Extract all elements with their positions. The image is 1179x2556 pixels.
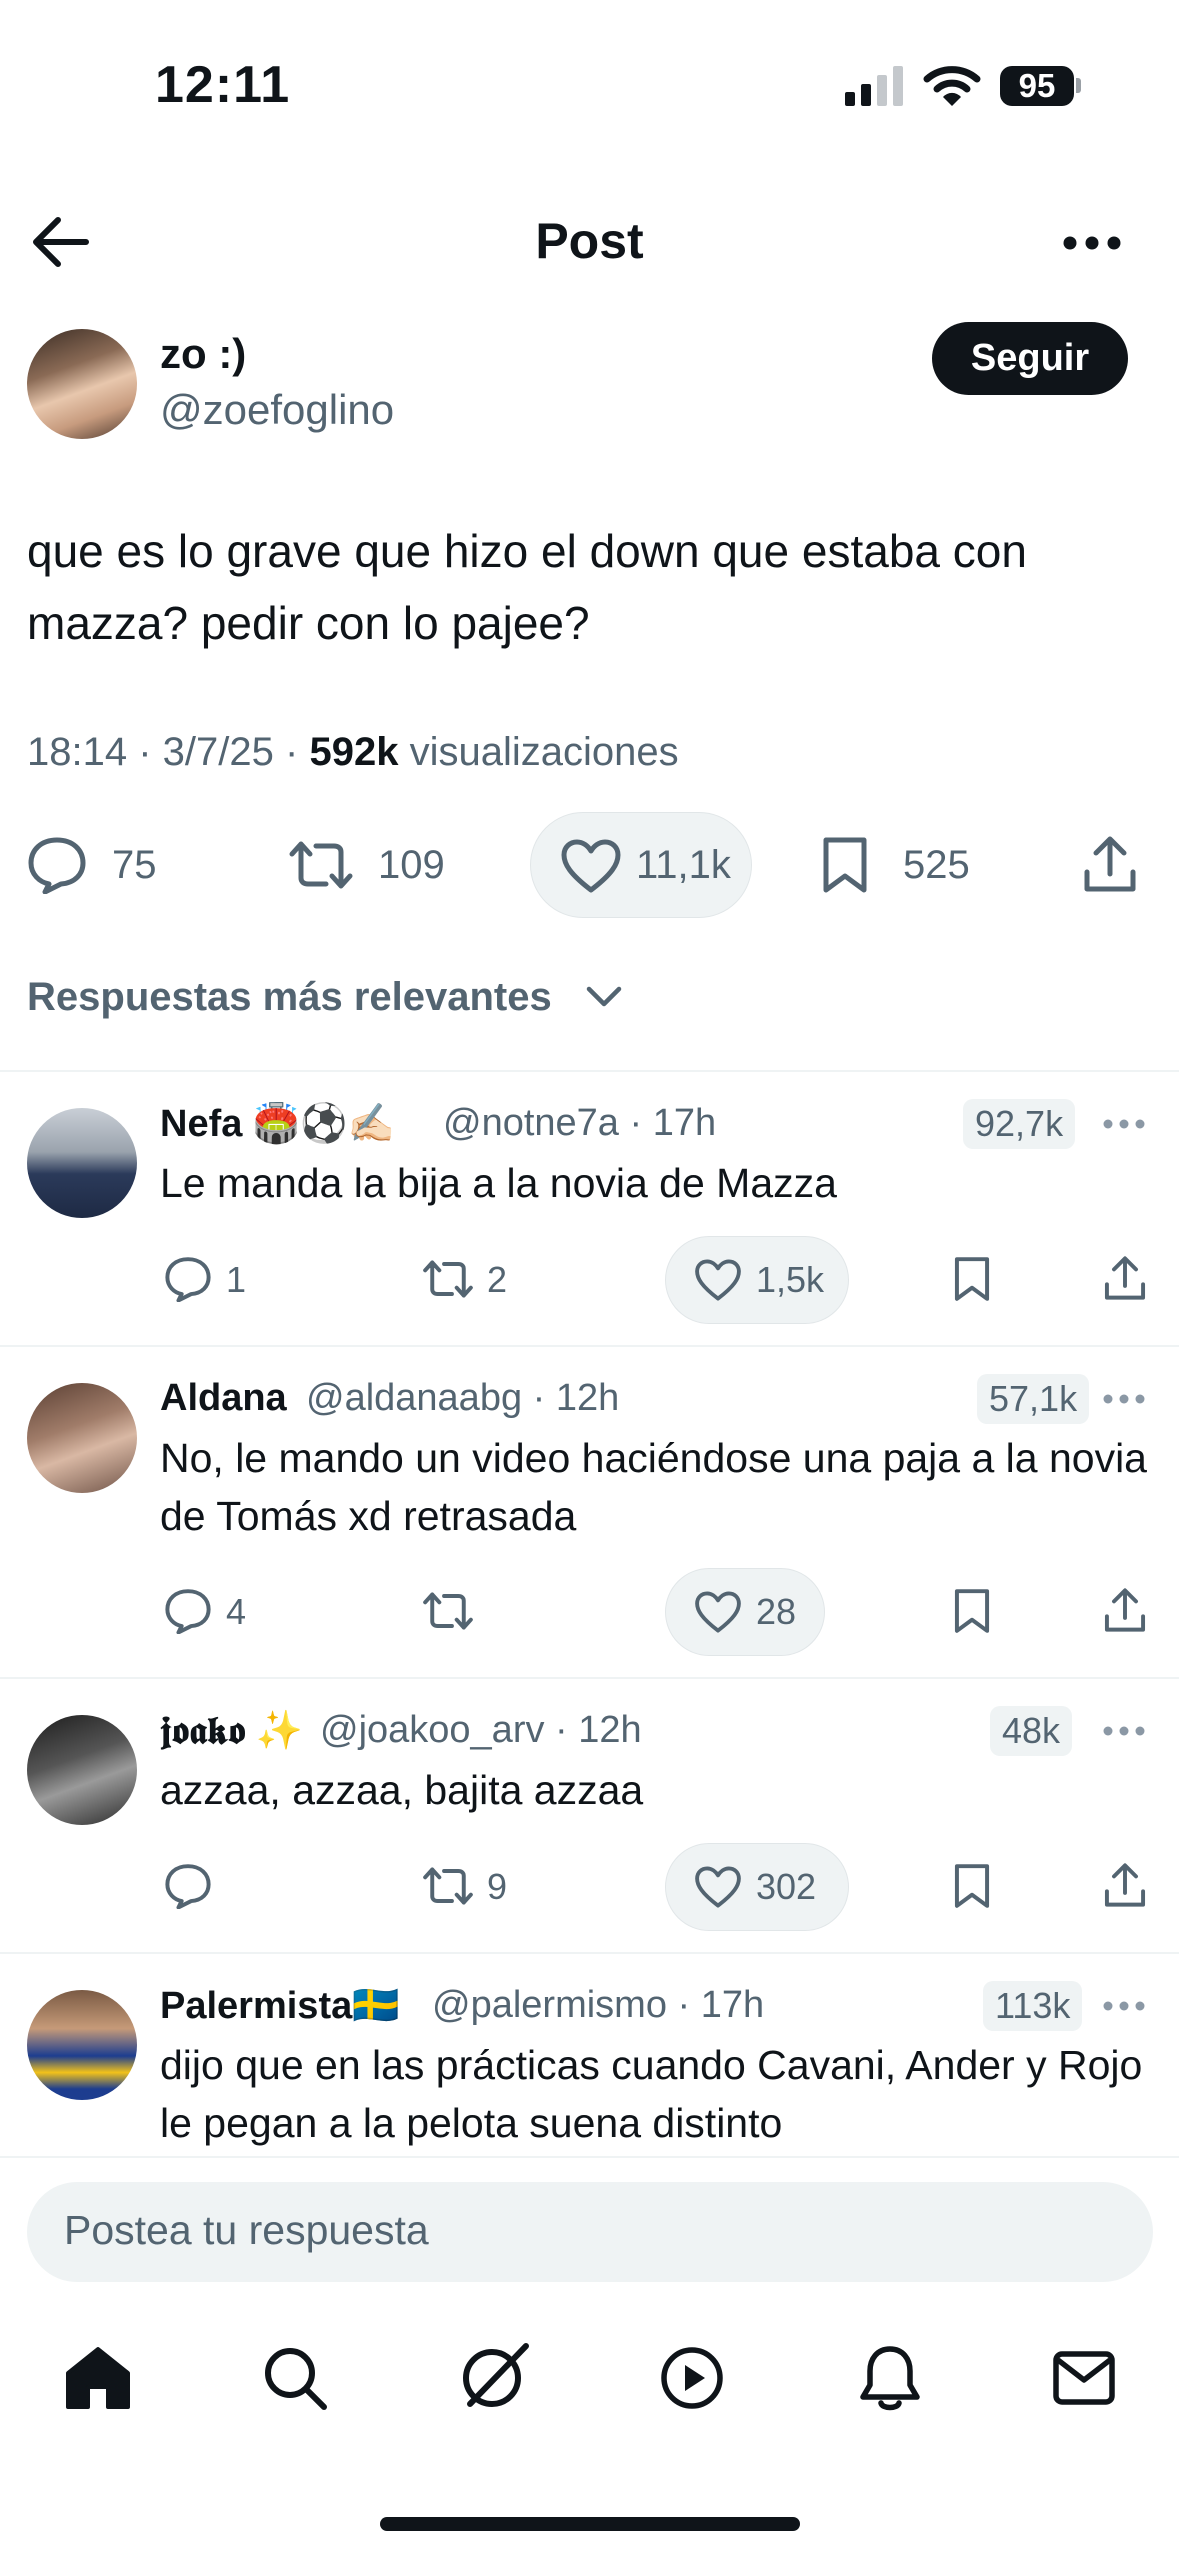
- like-icon[interactable]: [694, 1258, 742, 1302]
- reply-author-name[interactable]: Nefa 🏟️⚽✍🏻: [160, 1102, 395, 1146]
- messages-icon[interactable]: [1052, 2350, 1116, 2406]
- reply-more-icon[interactable]: [1102, 1725, 1146, 1737]
- reply-author-name[interactable]: Palermista🇸🇪: [160, 1984, 400, 2028]
- share-icon[interactable]: [1103, 1586, 1147, 1634]
- more-icon[interactable]: [1062, 234, 1122, 252]
- divider: [0, 1677, 1179, 1679]
- repost-icon[interactable]: [288, 836, 354, 894]
- reply-author-handle[interactable]: @joakoo_arv · 12h: [320, 1709, 642, 1752]
- reply-icon[interactable]: [164, 1863, 212, 1909]
- author-avatar[interactable]: [27, 329, 137, 439]
- chevron-down-icon[interactable]: [585, 985, 623, 1009]
- battery-nub: [1076, 78, 1081, 93]
- like-count: 1,5k: [756, 1259, 825, 1300]
- reply-icon[interactable]: [27, 836, 87, 894]
- reply-views: 113k: [983, 1981, 1083, 2031]
- repost-icon[interactable]: [422, 1588, 474, 1634]
- post-date: 3/7/25: [162, 730, 274, 774]
- repost-count: 2: [487, 1259, 508, 1300]
- reply-icon[interactable]: [164, 1256, 212, 1302]
- home-icon[interactable]: [64, 2345, 132, 2411]
- meta-separator: ·: [138, 730, 163, 774]
- bookmark-count: 525: [903, 843, 970, 887]
- post-time: 18:14: [27, 730, 128, 774]
- reply-author-handle[interactable]: @notne7a · 17h: [443, 1102, 716, 1145]
- reply-text: azzaa, azzaa, bajita azzaa: [160, 1767, 644, 1813]
- wifi-icon: [923, 64, 981, 108]
- reply-author-name[interactable]: 𝖏𝖔𝖆𝖐𝖔 ✨: [160, 1709, 303, 1753]
- reply-views: 57,1k: [977, 1374, 1090, 1424]
- reply-count: 75: [112, 843, 157, 887]
- reply-avatar[interactable]: [27, 1715, 137, 1825]
- reply-text: No, le mando un video haciéndose una paj…: [160, 1435, 1147, 1539]
- reply-author-handle[interactable]: @palermismo · 17h: [432, 1984, 764, 2027]
- reply-views: 92,7k: [963, 1099, 1076, 1149]
- notifications-icon[interactable]: [858, 2343, 922, 2413]
- reply-more-icon[interactable]: [1102, 1393, 1146, 1405]
- share-icon[interactable]: [1103, 1254, 1147, 1302]
- video-icon[interactable]: [659, 2345, 725, 2411]
- reply-icon[interactable]: [164, 1588, 212, 1634]
- reply-count: 1: [226, 1259, 247, 1300]
- like-count: 302: [756, 1866, 817, 1907]
- reply-count: 4: [226, 1591, 247, 1632]
- repost-count: 109: [378, 843, 445, 887]
- reply-input-placeholder: Postea tu respuesta: [64, 2207, 429, 2253]
- meta-separator: ·: [285, 730, 310, 774]
- bookmark-icon[interactable]: [952, 1863, 992, 1909]
- like-icon[interactable]: [560, 838, 622, 894]
- reply-text: Le manda la bija a la novia de Mazza: [160, 1160, 837, 1206]
- divider: [0, 1345, 1179, 1347]
- follow-button[interactable]: Seguir: [932, 322, 1128, 395]
- reply-avatar[interactable]: [27, 1383, 137, 1493]
- bookmark-icon[interactable]: [952, 1256, 992, 1302]
- reply-author-handle[interactable]: @aldanaabg · 12h: [306, 1377, 619, 1420]
- home-indicator: [380, 2517, 800, 2531]
- divider: [0, 1070, 1179, 1072]
- reply-author-name[interactable]: Aldana: [160, 1377, 287, 1420]
- like-count: 11,1k: [636, 843, 731, 887]
- post-views-label: visualizaciones: [409, 730, 679, 774]
- reply-text: dijo que en las prácticas cuando Cavani,…: [160, 2042, 1143, 2146]
- like-button[interactable]: [665, 1568, 825, 1656]
- search-icon[interactable]: [262, 2345, 328, 2411]
- like-count: 28: [756, 1591, 797, 1632]
- page-title: Post: [535, 213, 644, 269]
- like-icon[interactable]: [694, 1590, 742, 1634]
- repost-icon[interactable]: [422, 1863, 474, 1909]
- battery-level: 95: [1000, 66, 1074, 106]
- repost-icon[interactable]: [422, 1256, 474, 1302]
- sort-dropdown[interactable]: Respuestas más relevantes: [27, 975, 552, 1020]
- repost-count: 9: [487, 1866, 508, 1907]
- author-handle[interactable]: @zoefoglino: [160, 386, 394, 434]
- divider: [0, 1952, 1179, 1954]
- signal-icon: [845, 66, 905, 106]
- sort-label: Respuestas más relevantes: [27, 975, 552, 1019]
- reply-avatar[interactable]: [27, 1108, 137, 1218]
- grok-icon[interactable]: [458, 2340, 530, 2412]
- share-icon[interactable]: [1082, 834, 1138, 894]
- bookmark-icon[interactable]: [820, 836, 870, 894]
- author-name[interactable]: zo :): [160, 330, 246, 378]
- status-time: 12:11: [155, 56, 291, 114]
- share-icon[interactable]: [1103, 1861, 1147, 1909]
- post-views: 592k: [309, 730, 399, 774]
- reply-views: 48k: [990, 1706, 1073, 1756]
- post-text: que es lo grave que hizo el down que est…: [27, 525, 1027, 649]
- reply-avatar[interactable]: [27, 1990, 137, 2100]
- post-meta: 18:14 · 3/7/25 · 592k visualizaciones: [27, 730, 679, 775]
- reply-more-icon[interactable]: [1102, 2000, 1146, 2012]
- reply-more-icon[interactable]: [1102, 1118, 1146, 1130]
- bookmark-icon[interactable]: [952, 1588, 992, 1634]
- like-icon[interactable]: [694, 1865, 742, 1909]
